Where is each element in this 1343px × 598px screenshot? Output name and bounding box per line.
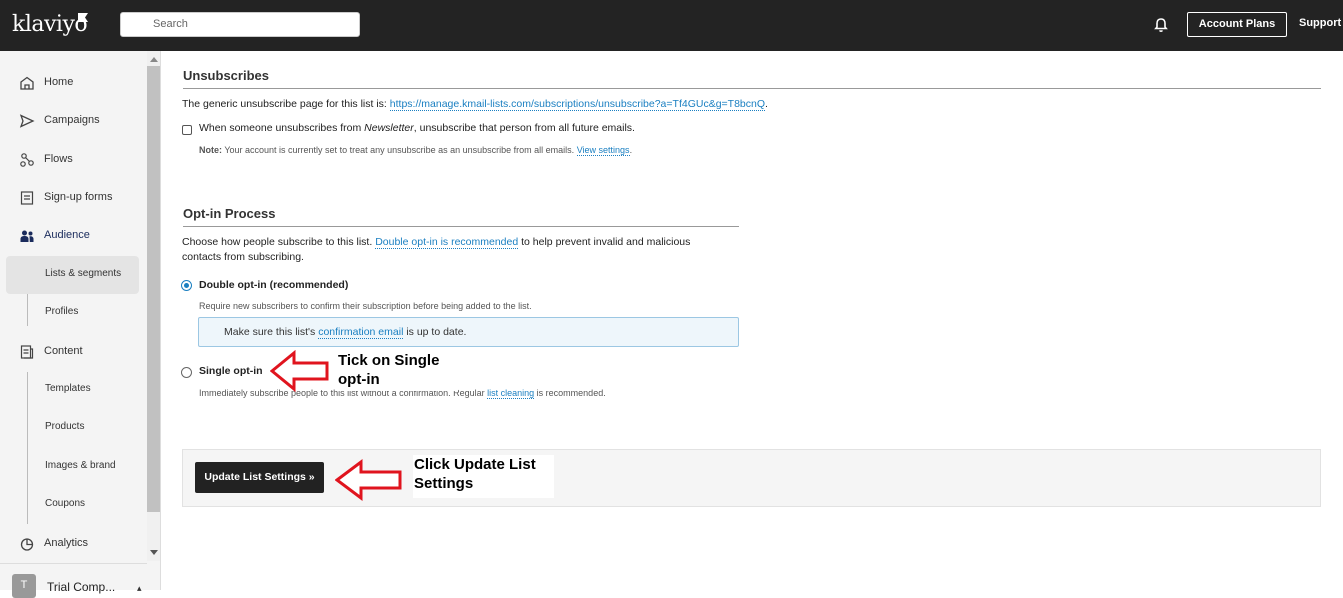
sidebar-item-label: Images & brand xyxy=(45,460,116,471)
single-optin-post: is recommended. xyxy=(534,388,606,398)
flows-icon xyxy=(20,153,34,167)
checkbox-list-name: Newsletter xyxy=(364,122,414,134)
confirmation-email-link[interactable]: confirmation email xyxy=(318,326,404,339)
unsubscribe-page-text: The generic unsubscribe page for this li… xyxy=(182,98,768,111)
unsubscribe-all-checkbox[interactable] xyxy=(182,125,192,135)
home-icon xyxy=(20,76,34,90)
unsubscribe-note: Note: Your account is currently set to t… xyxy=(199,145,633,156)
annotation-line: Click Update List xyxy=(414,456,536,473)
account-switcher[interactable]: T Trial Comp... ▴ xyxy=(0,563,147,598)
double-optin-label[interactable]: Double opt-in (recommended) xyxy=(199,279,348,291)
annotation-line: opt-in xyxy=(338,371,380,388)
info-text: Make sure this list's confirmation email… xyxy=(224,326,467,339)
sidebar-item-campaigns[interactable]: Campaigns xyxy=(0,109,140,133)
sidebar-item-templates[interactable]: Templates xyxy=(6,371,139,409)
note-text: Your account is currently set to treat a… xyxy=(222,145,577,155)
note-suffix: . xyxy=(629,145,633,155)
sidebar-item-label: Coupons xyxy=(45,498,86,509)
account-avatar: T xyxy=(12,574,36,598)
sidebar-item-signup-forms[interactable]: Sign-up forms xyxy=(0,186,140,210)
sidebar-item-label: Flows xyxy=(44,153,73,165)
checkbox-label-post: , unsubscribe that person from all futur… xyxy=(413,122,635,134)
support-link[interactable]: Support xyxy=(1299,17,1341,29)
sidebar-item-label: Campaigns xyxy=(44,114,100,126)
single-optin-radio[interactable] xyxy=(181,367,192,378)
content-icon xyxy=(20,345,34,359)
sidebar-item-lists-segments[interactable]: Lists & segments xyxy=(6,256,139,294)
sidebar-item-label: Profiles xyxy=(45,306,79,317)
optin-intro: Choose how people subscribe to this list… xyxy=(182,236,691,249)
sidebar-item-flows[interactable]: Flows xyxy=(0,148,140,172)
sidebar-item-label: Content xyxy=(44,345,83,357)
sidebar-item-coupons[interactable]: Coupons xyxy=(6,486,139,524)
annotation-arrow-left-icon xyxy=(335,459,402,501)
sidebar-item-home[interactable]: Home xyxy=(0,71,140,95)
form-icon xyxy=(20,191,34,205)
sidebar-item-label: Sign-up forms xyxy=(44,191,113,203)
account-plans-button[interactable]: Account Plans xyxy=(1187,12,1287,37)
info-post: is up to date. xyxy=(403,326,467,338)
checkbox-label-pre: When someone unsubscribes from xyxy=(199,122,365,134)
sidebar-scrollbar-thumb[interactable] xyxy=(147,66,160,512)
scroll-down-arrow-icon[interactable] xyxy=(150,550,158,555)
list-cleaning-link[interactable]: list cleaning xyxy=(487,388,535,399)
double-optin-radio[interactable] xyxy=(181,280,192,291)
sidebar-item-label: Templates xyxy=(45,383,91,394)
top-bar: klaviyo Search Account Plans Support xyxy=(0,0,1343,51)
sidebar-item-label: Home xyxy=(44,76,74,88)
info-pre: Make sure this list's xyxy=(224,326,319,338)
view-settings-link[interactable]: View settings xyxy=(576,145,630,156)
section-divider xyxy=(183,226,739,227)
unsubscribes-heading: Unsubscribes xyxy=(183,68,269,83)
optin-intro-pre: Choose how people subscribe to this list… xyxy=(182,236,376,248)
sidebar-item-label: Products xyxy=(45,421,85,432)
sidebar-item-label: Lists & segments xyxy=(45,268,122,279)
annotation-tick-single: Tick on Single opt-in xyxy=(338,351,458,391)
analytics-icon xyxy=(20,538,34,551)
single-optin-label[interactable]: Single opt-in xyxy=(199,365,263,377)
annotation-click-update: Click Update List Settings xyxy=(413,455,554,498)
url-suffix: . xyxy=(765,98,768,110)
logo-flag-icon xyxy=(78,13,88,22)
double-optin-description: Require new subscribers to confirm their… xyxy=(199,301,532,311)
bell-icon[interactable] xyxy=(1152,16,1170,34)
search-placeholder: Search xyxy=(153,18,188,30)
double-optin-recommended-link[interactable]: Double opt-in is recommended xyxy=(375,236,519,249)
update-list-settings-button[interactable]: Update List Settings » xyxy=(195,462,324,493)
sidebar: Home Campaigns Flows Sign-up forms Audie… xyxy=(0,51,161,590)
unsubscribe-page-label: The generic unsubscribe page for this li… xyxy=(182,98,387,110)
annotation-arrow-left-icon xyxy=(270,350,329,392)
sidebar-item-images-brand[interactable]: Images & brand xyxy=(6,448,139,486)
chevron-up-icon: ▴ xyxy=(137,583,142,593)
account-name: Trial Comp... xyxy=(47,580,116,594)
annotation-line: Settings xyxy=(414,475,474,492)
klaviyo-logo[interactable]: klaviyo xyxy=(12,12,88,37)
optin-heading: Opt-in Process xyxy=(183,206,276,221)
annotation-line: Tick on Single xyxy=(338,352,440,369)
confirmation-email-info-box: Make sure this list's confirmation email… xyxy=(198,317,739,347)
sidebar-item-content[interactable]: Content xyxy=(0,340,140,364)
send-icon xyxy=(19,114,35,128)
scroll-up-arrow-icon[interactable] xyxy=(150,57,158,62)
unsubscribe-all-label: When someone unsubscribes from Newslette… xyxy=(199,122,635,134)
sidebar-item-label: Audience xyxy=(44,229,90,241)
sidebar-item-analytics[interactable]: Analytics xyxy=(0,532,140,556)
sidebar-item-profiles[interactable]: Profiles xyxy=(6,294,139,332)
optin-intro-line2: contacts from subscribing. xyxy=(182,251,304,263)
section-divider xyxy=(183,88,1321,89)
sidebar-item-products[interactable]: Products xyxy=(6,409,139,447)
note-label: Note: xyxy=(199,145,222,155)
sidebar-item-audience[interactable]: Audience xyxy=(0,224,140,248)
unsubscribe-page-link[interactable]: https://manage.kmail-lists.com/subscript… xyxy=(389,98,766,111)
sidebar-item-label: Analytics xyxy=(44,537,89,549)
audience-icon xyxy=(20,230,34,242)
search-input[interactable]: Search xyxy=(120,12,360,37)
optin-intro-post: to help prevent invalid and malicious xyxy=(518,236,691,248)
